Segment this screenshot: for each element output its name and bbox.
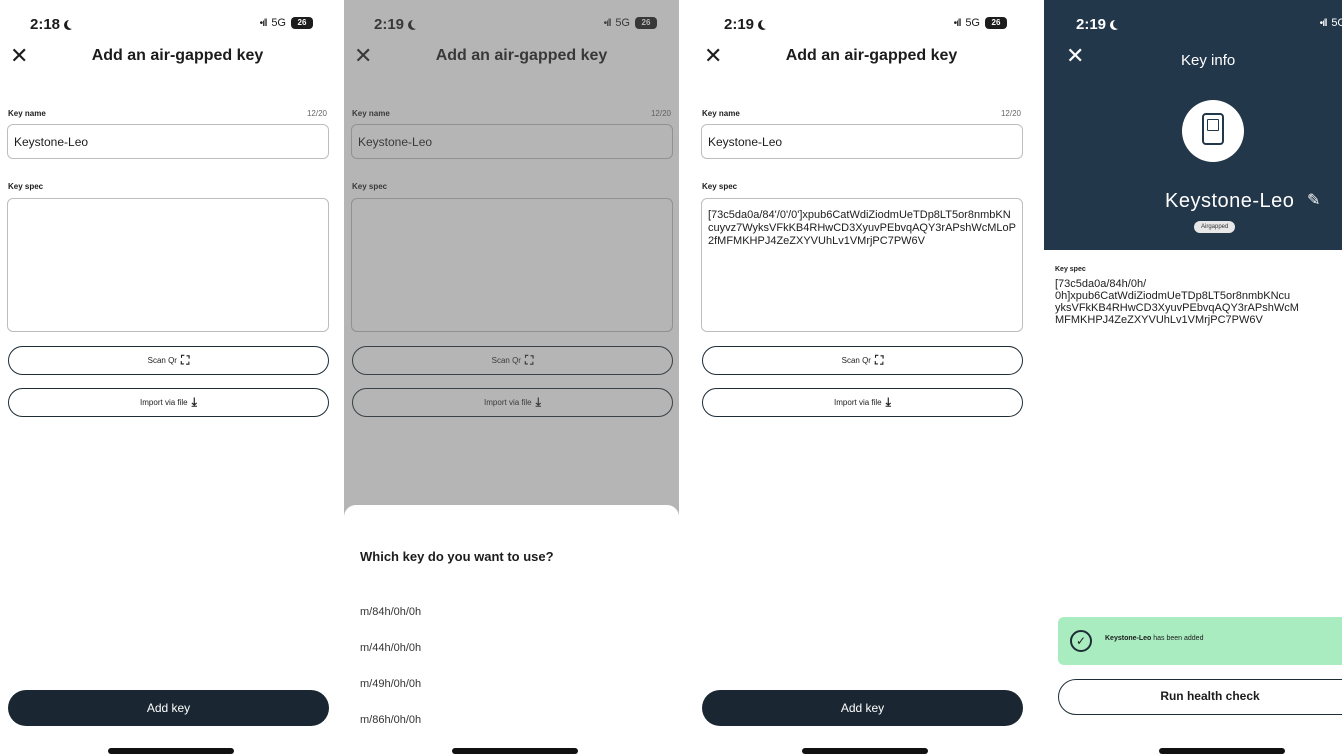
screen-add-key-empty: 2:18 •ıll 5G 26 ✕ Add an air-gapped key Ke… bbox=[0, 0, 335, 754]
key-name-label: Key name bbox=[8, 109, 46, 118]
home-indicator bbox=[452, 748, 578, 754]
scan-qr-label: Scan Qr bbox=[841, 356, 871, 365]
key-name-heading: Keystone-Leo bbox=[1165, 190, 1295, 212]
device-avatar bbox=[1182, 100, 1244, 162]
key-name-label: Key name bbox=[702, 109, 740, 118]
hardware-device-icon bbox=[1202, 113, 1224, 145]
screen-add-key-filled: 2:19 •ıll 5G 26 ✕ Add an air-gapped key Ke… bbox=[694, 0, 1029, 754]
sheet-option[interactable]: m/44h/0h/0h bbox=[360, 642, 421, 654]
close-icon[interactable]: ✕ bbox=[704, 44, 722, 68]
check-circle-icon: ✓ bbox=[1070, 630, 1092, 652]
key-name-counter: 12/20 bbox=[1000, 109, 1021, 118]
success-toast: ✓ Keystone-Leo has been added bbox=[1058, 617, 1342, 665]
page-title: Key info bbox=[1181, 52, 1236, 69]
key-spec-input[interactable]: [73c5da0a/84'/0'/0']xpub6CatWdiZiodmUeTD… bbox=[701, 198, 1023, 332]
key-spec-input[interactable] bbox=[7, 198, 329, 332]
signal-icon: •ıll bbox=[1319, 17, 1328, 29]
home-indicator bbox=[1159, 748, 1285, 754]
network-label: 5G bbox=[1331, 17, 1342, 29]
scan-qr-button[interactable]: Scan Qr ⛶ bbox=[702, 346, 1023, 375]
status-time: 2:19 bbox=[724, 16, 771, 33]
edit-pencil-icon[interactable]: ✎ bbox=[1307, 190, 1320, 210]
network-label: 5G bbox=[271, 17, 286, 29]
airgapped-badge: Airgapped bbox=[1194, 221, 1236, 233]
add-key-button[interactable]: Add key bbox=[702, 690, 1023, 726]
moon-icon bbox=[1113, 19, 1123, 29]
key-name-input[interactable]: Keystone-Leo bbox=[7, 124, 329, 159]
key-info-header: 2:19 •ıll 5G ✕ Key info Keystone-Leo ✎ Ai… bbox=[1044, 0, 1342, 250]
scan-qr-label: Scan Qr bbox=[147, 356, 177, 365]
status-bar: 2:18 •ıll 5G 26 bbox=[0, 14, 335, 36]
key-name-counter: 12/20 bbox=[306, 109, 327, 118]
network-label: 5G bbox=[965, 17, 980, 29]
add-key-button[interactable]: Add key bbox=[8, 690, 329, 726]
toast-message: Keystone-Leo has been added bbox=[1105, 635, 1204, 642]
status-time: 2:19 bbox=[1076, 16, 1123, 33]
key-spec-label: Key spec bbox=[1055, 266, 1086, 273]
screen-choose-derivation: 2:19 •ıll 5G 26 ✕ Add an air-gapped key Ke… bbox=[344, 0, 679, 754]
battery-icon: 26 bbox=[291, 17, 313, 29]
key-spec-label: Key spec bbox=[8, 182, 44, 191]
key-name-input[interactable]: Keystone-Leo bbox=[701, 124, 1023, 159]
close-icon[interactable]: ✕ bbox=[10, 44, 28, 68]
home-indicator bbox=[802, 748, 928, 754]
page-title: Add an air-gapped key bbox=[91, 47, 264, 64]
key-spec-value: [73c5da0a/84h/0h/ 0h]xpub6CatWdiZiodmUeT… bbox=[1055, 278, 1299, 326]
import-file-button[interactable]: Import via file ⤓ bbox=[8, 388, 329, 417]
import-file-label: Import via file bbox=[834, 398, 882, 407]
import-file-label: Import via file bbox=[140, 398, 188, 407]
qr-scan-icon: ⛶ bbox=[180, 353, 190, 367]
run-health-check-button[interactable]: Run health check bbox=[1058, 679, 1342, 715]
download-icon: ⤓ bbox=[191, 395, 197, 409]
bottom-sheet: Which key do you want to use? m/84h/0h/0… bbox=[344, 505, 679, 754]
status-bar: 2:19 •ıll 5G bbox=[1044, 14, 1342, 36]
import-file-button[interactable]: Import via file ⤓ bbox=[702, 388, 1023, 417]
signal-icon: •ıll bbox=[259, 17, 268, 29]
battery-icon: 26 bbox=[985, 17, 1007, 29]
qr-scan-icon: ⛶ bbox=[874, 353, 884, 367]
page-title: Add an air-gapped key bbox=[785, 47, 958, 64]
scan-qr-button[interactable]: Scan Qr ⛶ bbox=[8, 346, 329, 375]
sheet-question: Which key do you want to use? bbox=[360, 549, 554, 564]
key-spec-label: Key spec bbox=[702, 182, 738, 191]
moon-icon bbox=[67, 19, 77, 29]
signal-icon: •ıll bbox=[953, 17, 962, 29]
sheet-option[interactable]: m/49h/0h/0h bbox=[360, 678, 421, 690]
status-time: 2:18 bbox=[30, 16, 77, 33]
download-icon: ⤓ bbox=[885, 395, 891, 409]
moon-icon bbox=[761, 19, 771, 29]
screen-key-info: 2:19 •ıll 5G ✕ Key info Keystone-Leo ✎ Ai… bbox=[1044, 0, 1342, 754]
status-bar: 2:19 •ıll 5G 26 bbox=[694, 14, 1029, 36]
home-indicator bbox=[108, 748, 234, 754]
sheet-option[interactable]: m/86h/0h/0h bbox=[360, 714, 421, 726]
sheet-option[interactable]: m/84h/0h/0h bbox=[360, 606, 421, 618]
